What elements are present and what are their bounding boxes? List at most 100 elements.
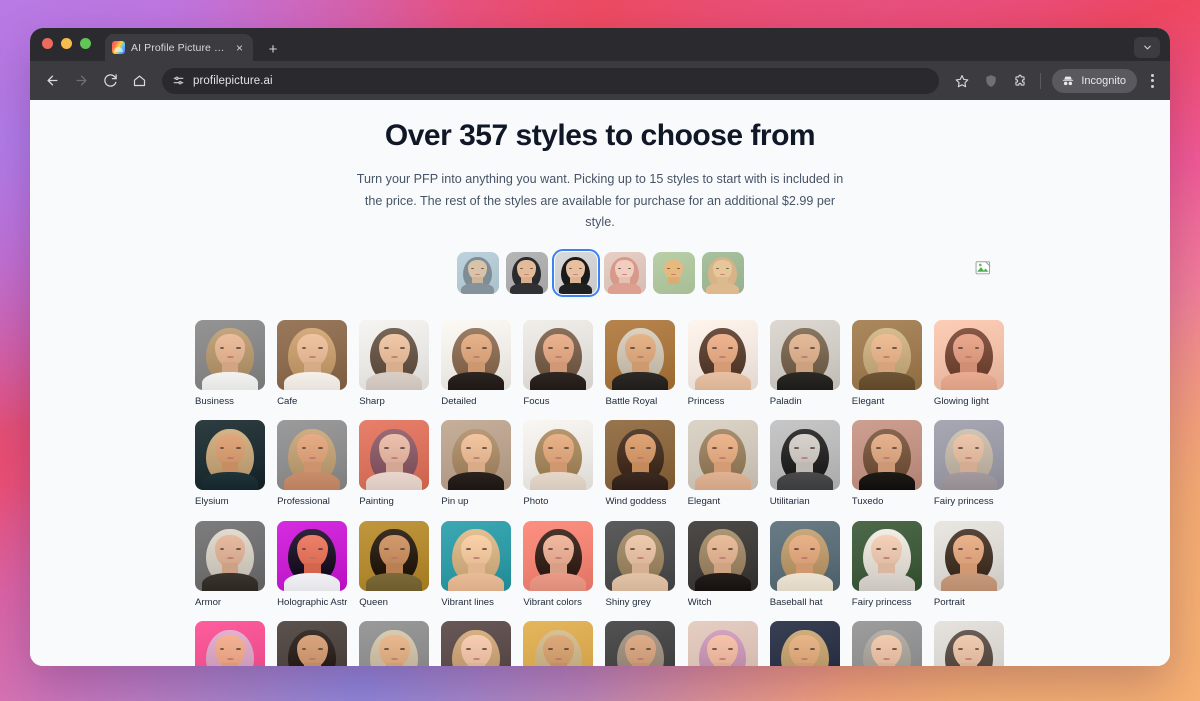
reload-button[interactable] — [97, 68, 123, 94]
avatar-selector — [30, 248, 1170, 298]
style-card-image — [277, 621, 348, 666]
avatar-thumbnail[interactable] — [652, 251, 695, 294]
style-card-label: Vibrant lines — [441, 596, 494, 608]
style-card[interactable]: Elysium — [195, 420, 265, 508]
incognito-indicator[interactable]: Incognito — [1052, 68, 1137, 93]
tune-icon[interactable] — [172, 74, 185, 87]
style-card[interactable]: Vibrant colors — [523, 520, 594, 609]
avatar-thumbnail[interactable] — [603, 251, 646, 294]
style-card[interactable]: Sharp — [359, 319, 430, 408]
style-card-image — [851, 520, 922, 591]
avatar-thumbnail[interactable] — [456, 251, 499, 294]
style-card-image — [441, 621, 512, 666]
bookmark-star-icon[interactable] — [949, 68, 975, 94]
style-card[interactable]: Portrait — [933, 520, 1004, 609]
kebab-menu-icon[interactable] — [1143, 68, 1161, 94]
style-card[interactable]: Prince — [441, 621, 512, 666]
style-card-label: Elysium — [195, 496, 229, 508]
page-subtitle: Turn your PFP into anything you want. Pi… — [356, 172, 844, 230]
close-window-button[interactable] — [42, 38, 53, 49]
style-card[interactable]: Detailed — [441, 319, 512, 408]
style-card-image — [359, 420, 430, 491]
style-card[interactable]: Post apocalyptic — [769, 621, 840, 666]
privacy-shield-icon[interactable] — [978, 68, 1004, 94]
style-card-image — [769, 621, 840, 666]
toolbar-divider — [1040, 72, 1042, 89]
avatar-thumbnail-image — [554, 251, 597, 294]
style-card[interactable]: Wind goddess — [605, 420, 676, 508]
style-card-label: Focus — [523, 395, 550, 407]
minimize-window-button[interactable] — [61, 38, 72, 49]
style-card[interactable]: Tuxedo — [851, 420, 922, 508]
maximize-window-button[interactable] — [80, 38, 91, 49]
back-button[interactable] — [39, 68, 65, 94]
style-card-image — [933, 520, 1004, 591]
style-card[interactable]: Utilitarian — [769, 420, 840, 508]
style-card-image — [359, 520, 430, 591]
style-card-image — [277, 520, 348, 591]
chevron-down-icon[interactable] — [1134, 37, 1160, 58]
avatar-thumbnail[interactable] — [505, 251, 548, 294]
style-card-image — [687, 520, 758, 591]
new-tab-button[interactable]: + — [265, 42, 281, 57]
style-card-label: Portrait — [933, 596, 965, 608]
style-card[interactable]: Paladin — [769, 319, 840, 408]
style-card-image — [441, 319, 512, 390]
forward-button[interactable] — [68, 68, 94, 94]
style-card-image — [769, 420, 840, 491]
style-card[interactable]: Pin up — [441, 420, 512, 508]
browser-window: AI Profile Picture Generator a × + profi… — [30, 28, 1170, 666]
home-button[interactable] — [126, 68, 152, 94]
style-card-label: Shiny grey — [605, 596, 651, 608]
style-card-image — [933, 319, 1004, 390]
style-card[interactable]: Holographic Astronaut — [277, 520, 348, 609]
close-icon[interactable]: × — [233, 42, 246, 54]
style-card[interactable]: Battle Royal — [605, 319, 676, 408]
style-card-image — [195, 319, 265, 390]
style-card[interactable]: Greyscale portrait — [851, 621, 922, 666]
style-card[interactable]: Fairy princess — [933, 420, 1004, 508]
avatar-thumbnail[interactable] — [551, 248, 600, 298]
style-card-label: Fairy princess — [851, 596, 912, 608]
style-card[interactable]: Painting — [359, 420, 430, 508]
style-card[interactable]: Zero D — [277, 621, 348, 666]
style-card[interactable]: Rocket — [195, 621, 265, 666]
avatar-thumbnail[interactable] — [701, 251, 744, 294]
style-card[interactable]: Pink hair — [687, 621, 758, 666]
style-card[interactable]: Fairy princess — [851, 520, 922, 609]
style-card[interactable]: Glowing light — [933, 319, 1004, 408]
browser-tab-strip: AI Profile Picture Generator a × + — [30, 28, 1170, 61]
style-card[interactable]: Baseball hat — [769, 520, 840, 609]
style-card[interactable]: Elegant — [687, 420, 758, 508]
style-card[interactable]: Valkyrie — [605, 621, 676, 666]
style-card-label: Cafe — [277, 395, 298, 407]
style-card[interactable]: Business — [195, 319, 265, 408]
style-card-image — [605, 420, 676, 491]
style-card-label: Elegant — [851, 395, 885, 407]
incognito-hat-icon — [1061, 74, 1075, 88]
style-card[interactable]: Shiny grey — [605, 520, 676, 609]
style-card-image — [769, 520, 840, 591]
style-card[interactable]: Professional — [277, 420, 348, 508]
style-card-label: Princess — [687, 395, 725, 407]
extensions-puzzle-icon[interactable] — [1007, 68, 1033, 94]
style-card[interactable]: Half elf — [523, 621, 594, 666]
style-card[interactable]: Witch — [687, 520, 758, 609]
style-card[interactable]: Cafe — [277, 319, 348, 408]
style-card[interactable]: Photo — [523, 420, 594, 508]
style-card[interactable]: Anime — [933, 621, 1004, 666]
style-card[interactable]: Elegant — [851, 319, 922, 408]
style-card[interactable]: Neon princess hair — [359, 621, 430, 666]
style-card[interactable]: Focus — [523, 319, 594, 408]
style-card[interactable]: Vibrant lines — [441, 520, 512, 609]
style-card-image — [933, 420, 1004, 491]
style-card[interactable]: Princess — [687, 319, 758, 408]
address-bar[interactable]: profilepicture.ai — [162, 67, 940, 94]
style-card-image — [769, 319, 840, 390]
style-card-image — [687, 420, 758, 491]
browser-tab[interactable]: AI Profile Picture Generator a × — [105, 34, 253, 61]
style-card[interactable]: Armor — [195, 520, 265, 609]
style-card-image — [441, 420, 512, 491]
style-card-label: Detailed — [441, 395, 477, 407]
style-card[interactable]: Queen — [359, 520, 430, 609]
